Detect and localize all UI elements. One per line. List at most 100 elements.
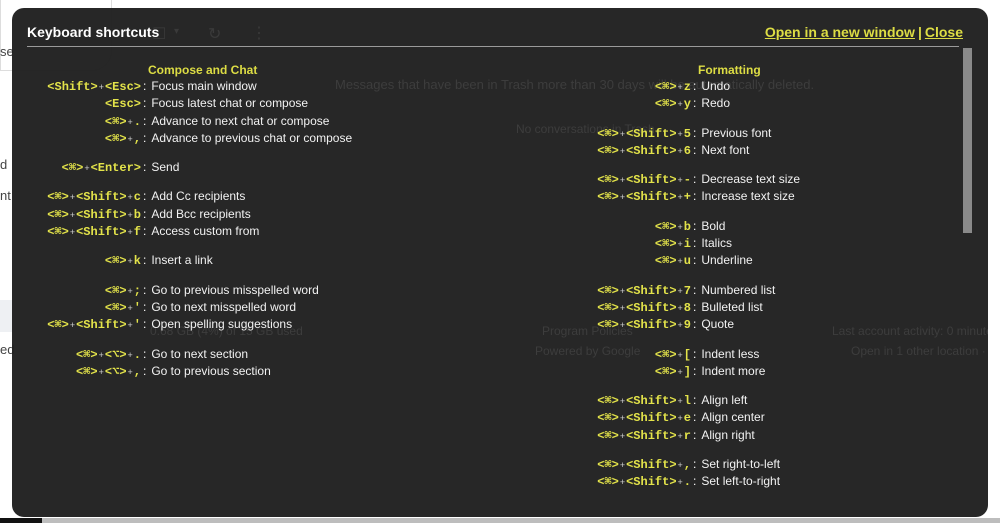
plus-separator: +	[619, 320, 626, 331]
colon-separator: :	[693, 253, 697, 268]
header-divider	[27, 46, 959, 47]
key: <⌘>	[104, 283, 127, 298]
shortcut-description: Indent more	[701, 363, 766, 378]
key: <Enter>	[90, 161, 141, 176]
key: [	[683, 347, 691, 362]
open-in-new-window-link[interactable]: Open in a new window	[765, 24, 915, 40]
key: r	[683, 428, 691, 443]
shortcut-description: Decrease text size	[701, 172, 801, 187]
shortcut-row: <⌘>+<Shift>+r: Align right	[472, 427, 952, 444]
shortcut-row: <⌘>+<Shift>+7: Numbered list	[472, 282, 952, 299]
plus-separator: +	[619, 128, 626, 139]
colon-separator: :	[693, 189, 697, 204]
colon-separator: :	[143, 96, 147, 111]
key: <⌘>	[654, 347, 677, 362]
plus-separator: +	[677, 460, 683, 471]
key: y	[683, 97, 691, 112]
key: <Shift>	[47, 80, 98, 94]
plus-separator: +	[619, 413, 626, 424]
key: <Shift>	[626, 394, 677, 409]
plus-separator: +	[98, 349, 104, 360]
plus-separator: +	[619, 145, 626, 156]
colon-separator: :	[693, 317, 697, 332]
key: ]	[683, 364, 691, 379]
key: <Shift>	[626, 173, 677, 188]
shortcut-keys: <⌘>+.	[12, 113, 141, 130]
plus-separator: +	[677, 477, 683, 488]
shortcut-description: Advance to previous chat or compose	[151, 130, 353, 145]
plus-separator: +	[619, 192, 626, 203]
colon-separator: :	[143, 113, 147, 128]
key: +	[683, 190, 691, 205]
shortcut-description: Italics	[701, 236, 733, 251]
shortcut-keys: <⌘>+<Shift>+9	[472, 316, 691, 333]
shortcut-keys: <⌘>+<Shift>+'	[12, 316, 141, 333]
plus-separator: +	[677, 82, 683, 92]
shortcut-keys: <⌘>+[	[472, 346, 691, 363]
key: 9	[683, 318, 691, 333]
key: <Shift>	[626, 428, 677, 443]
shortcut-row: <⌘>+z: Undo	[472, 78, 952, 95]
key: <Shift>	[76, 207, 127, 222]
dialog-scrollbar[interactable]	[963, 48, 972, 233]
key: .	[683, 475, 691, 490]
colon-separator: :	[693, 282, 697, 297]
key: <⌘>	[597, 318, 619, 333]
key: <Shift>	[76, 190, 127, 205]
colon-separator: :	[143, 299, 147, 314]
colon-separator: :	[693, 96, 697, 111]
colon-separator: :	[143, 224, 147, 239]
shortcut-row: <Shift>+<Esc>: Focus main window	[12, 78, 442, 95]
plus-separator: +	[127, 256, 133, 267]
colon-separator: :	[693, 142, 697, 157]
plus-separator: +	[84, 163, 90, 174]
shortcut-description: Go to next section	[151, 346, 249, 361]
colon-separator: :	[693, 125, 697, 140]
close-link[interactable]: Close	[925, 24, 963, 40]
shortcut-description: Underline	[701, 253, 753, 268]
key: <⌘>	[654, 97, 677, 112]
key: <⌘>	[61, 161, 84, 176]
plus-separator: +	[69, 192, 76, 203]
shortcut-row: <⌘>+<Shift>+c: Add Cc recipients	[12, 188, 442, 205]
key: <⌘>	[654, 237, 677, 252]
plus-separator: +	[677, 413, 683, 424]
colon-separator: :	[143, 206, 147, 221]
shortcut-description: Set left-to-right	[701, 474, 781, 489]
plus-separator: +	[677, 396, 683, 407]
key: 7	[683, 283, 691, 298]
link-separator: |	[917, 24, 922, 40]
shortcut-keys: <⌘>+y	[472, 95, 691, 112]
plus-separator: +	[69, 227, 76, 238]
shortcut-row: <⌘>+<Shift>+l: Align left	[472, 392, 952, 409]
keyboard-shortcuts-dialog: ☐ ▾ ↻ ⋮ Messages that have been in Trash…	[12, 8, 988, 517]
shortcut-keys: <⌘>+z	[472, 78, 691, 95]
shortcut-row: <⌘>+<Shift>+,: Set right-to-left	[472, 456, 952, 473]
shortcut-row: <⌘>+y: Redo	[472, 95, 952, 112]
key: u	[683, 254, 691, 269]
colon-separator: :	[693, 393, 697, 408]
key: <Shift>	[626, 318, 677, 333]
shortcut-description: Add Bcc recipients	[151, 206, 251, 221]
colon-separator: :	[143, 253, 147, 268]
key: <Shift>	[626, 475, 677, 490]
plus-separator: +	[677, 366, 683, 377]
shortcut-row: <⌘>+[: Indent less	[472, 346, 952, 363]
shortcut-description: Align right	[701, 427, 755, 442]
key: <⌥>	[104, 364, 127, 379]
key: ,	[133, 364, 141, 379]
key: <⌘>	[104, 131, 127, 146]
key: f	[133, 225, 141, 240]
shortcut-keys: <⌘>+]	[472, 363, 691, 380]
key: c	[133, 190, 141, 205]
plus-separator: +	[127, 285, 133, 296]
shortcut-description: Go to next misspelled word	[151, 299, 297, 314]
plus-separator: +	[677, 239, 683, 250]
plus-separator: +	[677, 256, 683, 267]
